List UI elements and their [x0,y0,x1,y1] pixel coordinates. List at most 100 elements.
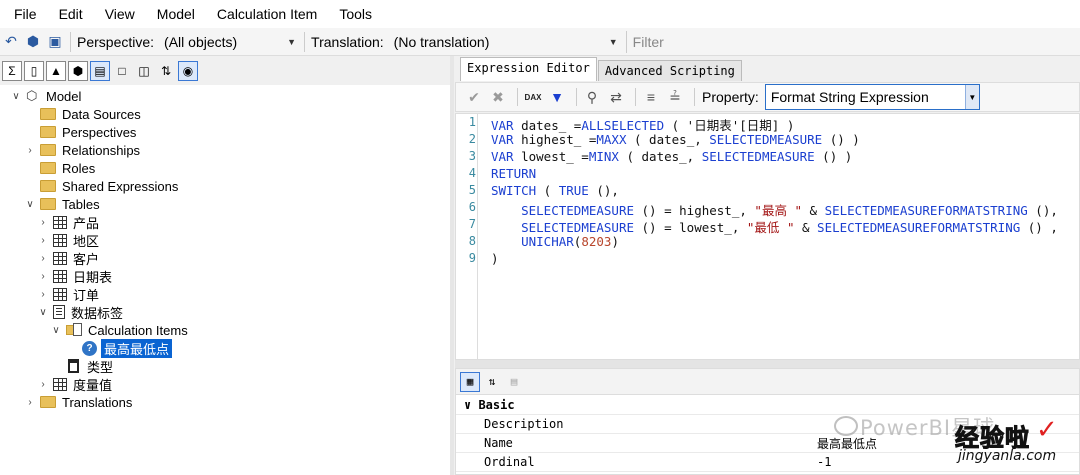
chevron-down-icon[interactable]: ∨ [10,91,22,102]
search-icon[interactable]: ⚲ [582,87,602,107]
categorized-view-icon[interactable]: ▦ [460,371,480,392]
tree-node-shared-expressions[interactable]: Shared Expressions [40,177,178,195]
tree-node-calculation-group[interactable]: ∨ 数据标签 [37,303,123,321]
panel-splitter[interactable] [450,56,454,475]
sigma-icon[interactable]: Σ [2,60,22,81]
comment-icon[interactable]: ≡ [641,87,661,107]
tree-node-calculation-items[interactable]: ∨ Calculation Items [50,321,188,339]
code-function: SELECTEDMEASURE [709,132,823,147]
tree-node-table[interactable]: › 日期表 [37,267,112,285]
tree-node-calculation-item[interactable]: ? 最高最低点 [82,338,173,358]
hierarchy-icon[interactable]: ▲ [46,60,66,81]
cancel-x-icon[interactable]: ✖ [488,87,508,107]
tree-node-translations[interactable]: › Translations [24,393,132,411]
columns-icon[interactable]: ◫ [134,61,154,81]
tree-label: Calculation Items [88,322,188,338]
dax-code-editor[interactable]: 1 2 3 4 5 6 7 8 9 VAR dates_ =ALLSELECTE… [455,113,1080,360]
dependency-icon[interactable]: ▼ [547,87,567,107]
uncomment-icon[interactable]: ≟ [665,87,685,107]
watermark-check-icon: ✓ [1036,414,1058,444]
code-text: ( '日期表'[日期] ) [664,118,795,133]
tree-label: 数据标签 [71,305,124,321]
chevron-down-icon[interactable]: ∨ [37,307,49,318]
code-text: ( dates_, [626,132,710,147]
line-number: 3 [468,149,476,163]
chevron-right-icon[interactable]: › [37,379,49,390]
tree-node-tables[interactable]: ∨ Tables [24,195,100,213]
line-number: 5 [468,183,476,197]
filter-input[interactable]: Filter [625,30,1080,53]
tree-label: Model [46,88,82,104]
menu-model[interactable]: Model [151,6,201,22]
chevron-right-icon[interactable]: › [24,397,36,408]
code-text: ) [611,234,619,249]
deploy-icon[interactable]: ⬢ [22,31,44,53]
save-icon[interactable]: ▣ [44,31,66,53]
tree-node-table[interactable]: › 订单 [37,285,99,303]
tree-label: Perspectives [62,124,137,140]
code-text: (), [588,183,619,198]
folder-icon [40,162,56,174]
chevron-right-icon[interactable]: › [37,289,49,300]
replace-icon[interactable]: ⇄ [606,87,626,107]
column-view-icon[interactable]: ▯ [24,60,44,81]
menu-view[interactable]: View [99,6,141,22]
translation-label: Translation: [311,33,384,50]
tree-label: Tables [62,196,100,212]
menu-calculation-item[interactable]: Calculation Item [211,6,323,22]
chevron-down-icon: ▼ [287,36,297,47]
chevron-right-icon[interactable]: › [37,271,49,282]
hidden-objects-icon[interactable]: □ [112,61,132,81]
code-number: 8203 [581,234,612,249]
tree-node-table[interactable]: › 产品 [37,213,99,231]
tree-node-model[interactable]: ∨ ⬡ Model [10,87,81,105]
alphabetical-sort-icon[interactable]: ⇅ [482,372,502,392]
code-text: ) [491,251,499,266]
tree-node-table[interactable]: › 地区 [37,231,99,249]
code-function: MINX [588,149,619,164]
tree-label: 客户 [73,251,100,267]
line-number: 6 [468,200,476,214]
tree-node-data-sources[interactable]: Data Sources [40,105,141,123]
tree-node-table[interactable]: › 客户 [37,249,99,267]
metadata-icon[interactable]: ◉ [178,60,198,81]
chevron-down-icon[interactable]: ∨ [50,325,62,336]
chevron-right-icon[interactable]: › [24,145,36,156]
line-number: 7 [468,217,476,231]
tree-node-perspectives[interactable]: Perspectives [40,123,136,141]
tree-node-column[interactable]: 类型 [66,357,113,375]
accept-check-icon[interactable]: ✔ [464,87,484,107]
menu-edit[interactable]: Edit [53,6,89,22]
cube-icon[interactable]: ⬢ [68,60,88,81]
menu-file[interactable]: File [8,6,43,22]
code-text: () ) [814,149,853,164]
folder-view-icon[interactable]: ▤ [90,60,110,81]
translation-dropdown[interactable]: (No translation) ▼ [390,31,622,53]
dax-format-icon[interactable]: DAX [523,87,543,107]
perspective-dropdown[interactable]: (All objects) ▼ [160,31,300,53]
menu-tools[interactable]: Tools [333,6,378,22]
tree-node-relationships[interactable]: › Relationships [24,141,140,159]
code-text: () = lowest_, [634,220,747,235]
line-number: 1 [468,115,476,129]
tab-advanced-scripting[interactable]: Advanced Scripting [597,60,742,81]
chevron-right-icon[interactable]: › [37,253,49,264]
code-text: () ) [822,132,860,147]
code-function: SELECTEDMEASURE [521,220,634,235]
property-pages-icon[interactable]: ▤ [504,372,524,392]
code-function: ALLSELECTED [581,118,665,133]
sort-az-icon[interactable]: ⇅ [156,61,176,81]
open-model-icon[interactable]: ↶ [0,31,22,53]
tree-node-roles[interactable]: Roles [40,159,95,177]
property-grid-toolbar: ▦ ⇅ ▤ [456,369,1079,395]
chevron-down-icon[interactable]: ∨ [24,199,36,210]
horizontal-scrollbar[interactable] [455,360,1080,368]
tab-expression-editor[interactable]: Expression Editor [460,57,597,81]
line-number-gutter: 1 2 3 4 5 6 7 8 9 [456,114,478,359]
code-string: "最高 " [754,203,802,218]
chevron-right-icon[interactable]: › [37,217,49,228]
code-function: UNICHAR [521,234,574,249]
tree-node-table[interactable]: › 度量值 [37,375,112,393]
chevron-right-icon[interactable]: › [37,235,49,246]
property-dropdown[interactable]: Format String Expression ▼ [764,84,980,110]
